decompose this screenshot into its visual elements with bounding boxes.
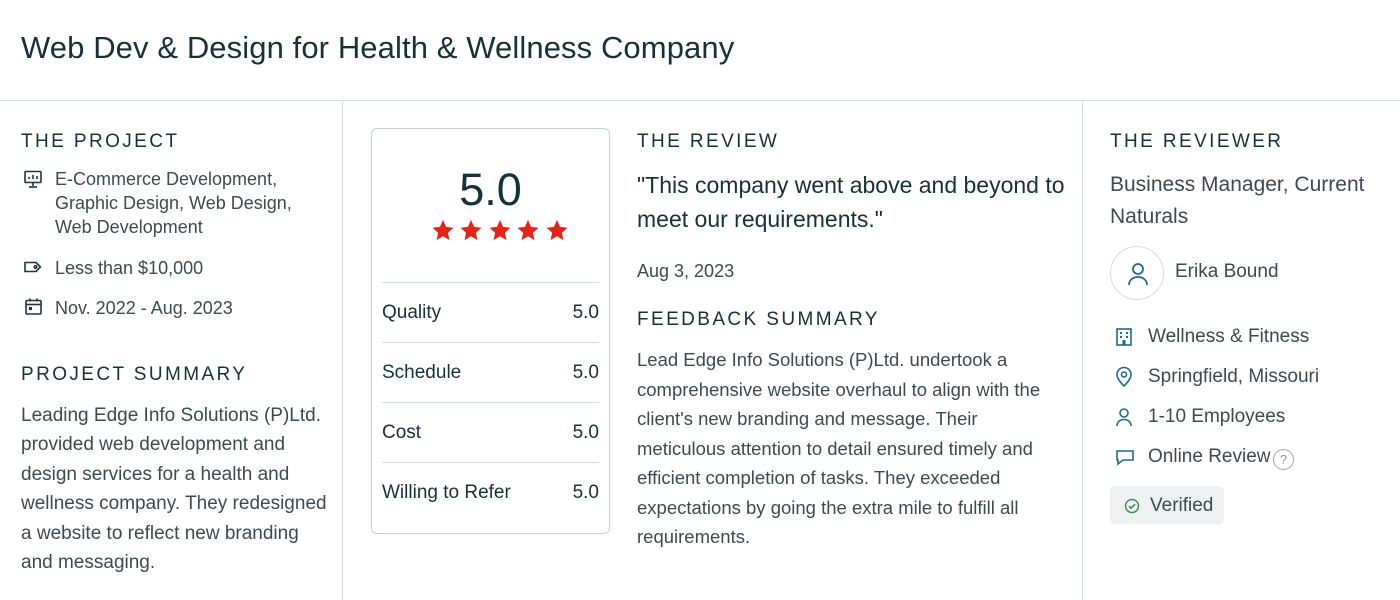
location-pin-icon (1114, 366, 1134, 388)
reviewer-industry: Wellness & Fitness (1148, 326, 1310, 347)
reviewer-name: Erika Bound (1175, 261, 1279, 282)
calendar-icon (24, 297, 43, 316)
rating-label-refer: Willing to Refer (382, 482, 511, 503)
rating-value-schedule: 5.0 (572, 362, 599, 383)
rating-divider (382, 282, 599, 283)
rating-value-quality: 5.0 (572, 302, 599, 323)
review-section-title: THE REVIEW (637, 131, 780, 152)
building-icon (1114, 327, 1134, 347)
rating-value-refer: 5.0 (572, 482, 599, 503)
project-section-title: THE PROJECT (21, 131, 180, 152)
rating-label-quality: Quality (382, 302, 442, 323)
star-icon (460, 220, 482, 241)
rating-value-cost: 5.0 (572, 422, 599, 443)
star-icon (489, 220, 511, 241)
tag-icon (23, 258, 43, 276)
rating-label-cost: Cost (382, 422, 422, 443)
star-icon (546, 220, 568, 241)
project-dates: Nov. 2022 - Aug. 2023 (55, 298, 233, 318)
project-summary-text: Leading Edge Info Solutions (P)Ltd. prov… (21, 405, 327, 574)
project-service-line: Graphic Design, Web Design, (55, 193, 292, 213)
review-quote: "This company went above and beyond to m… (637, 172, 1065, 232)
reviewer-location: Springfield, Missouri (1148, 366, 1320, 387)
project-budget: Less than $10,000 (55, 258, 204, 278)
column-divider (342, 101, 343, 600)
user-icon (1128, 263, 1148, 286)
overall-rating: 5.0 (459, 164, 522, 215)
feedback-summary-text: Lead Edge Info Solutions (P)Ltd. underto… (637, 349, 1041, 547)
verified-label: Verified (1150, 495, 1214, 516)
page-title: Web Dev & Design for Health & Wellness C… (21, 30, 735, 65)
avatar (1110, 246, 1164, 300)
rating-divider (382, 402, 599, 403)
verified-badge: Verified (1110, 486, 1224, 524)
project-summary-title: PROJECT SUMMARY (21, 364, 248, 385)
feedback-summary-title: FEEDBACK SUMMARY (637, 309, 880, 330)
chat-bubble-icon (1114, 447, 1136, 467)
reviewer-role: Business Manager, Current Naturals (1110, 173, 1365, 228)
review-date: Aug 3, 2023 (637, 261, 735, 281)
column-divider (1082, 101, 1083, 600)
rating-divider (382, 462, 599, 463)
presentation-icon (23, 169, 43, 189)
reviewer-company-size: 1-10 Employees (1148, 406, 1286, 427)
people-icon (1114, 407, 1134, 427)
star-icon (517, 220, 539, 241)
project-service-line: Web Development (55, 217, 203, 237)
star-rating (431, 219, 569, 243)
star-icon (432, 220, 454, 241)
reviewer-section-title: THE REVIEWER (1110, 131, 1284, 152)
rating-divider (382, 342, 599, 343)
rating-label-schedule: Schedule (382, 362, 462, 383)
check-circle-icon (1124, 498, 1140, 514)
help-icon[interactable]: ? (1273, 449, 1294, 470)
page-header: Web Dev & Design for Health & Wellness C… (0, 0, 1400, 101)
project-service-line: E-Commerce Development, (55, 169, 278, 189)
reviewer-review-type: Online Review (1148, 446, 1271, 467)
